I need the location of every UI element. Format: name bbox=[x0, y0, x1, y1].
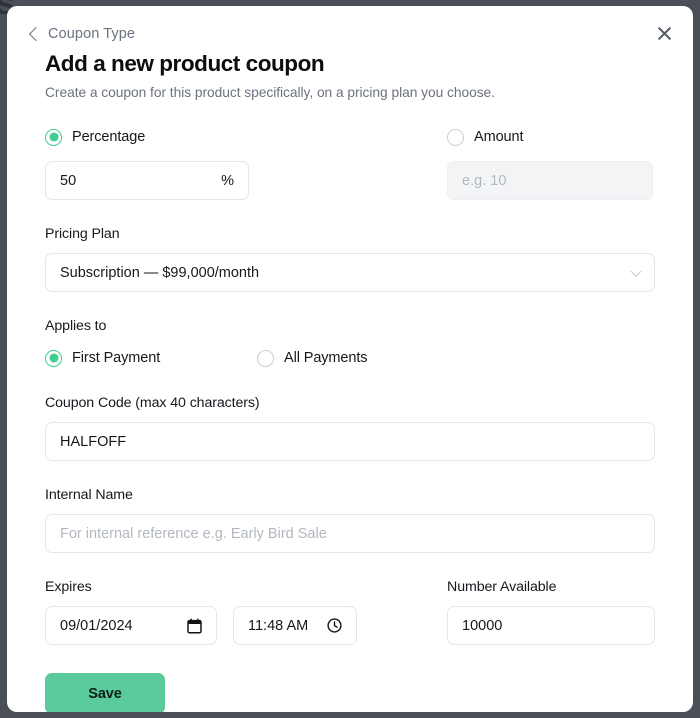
chevron-left-icon bbox=[28, 26, 44, 41]
number-available-value: 10000 bbox=[462, 617, 503, 634]
internal-name-label: Internal Name bbox=[45, 487, 133, 503]
radio-first-payment[interactable]: First Payment bbox=[45, 347, 257, 369]
radio-amount[interactable]: Amount bbox=[447, 126, 655, 148]
page-title: Add a new product coupon bbox=[45, 51, 325, 76]
radio-all-payments[interactable]: All Payments bbox=[257, 347, 368, 369]
percentage-input[interactable]: 50 % bbox=[45, 161, 249, 200]
percentage-input-value: 50 bbox=[60, 172, 77, 189]
expires-time-value: 11:48 AM bbox=[248, 617, 309, 634]
radio-amount-label: Amount bbox=[474, 129, 524, 145]
expires-date-input[interactable]: 09/01/2024 bbox=[45, 606, 217, 645]
number-available-label: Number Available bbox=[447, 579, 557, 595]
close-icon[interactable] bbox=[651, 20, 677, 46]
radio-first-payment-label: First Payment bbox=[72, 350, 161, 366]
expires-block: Expires 09/01/2024 11:48 AM bbox=[45, 579, 447, 645]
applies-to-label: Applies to bbox=[45, 318, 107, 334]
pricing-plan-selected-value: Subscription — $99,000/month bbox=[60, 264, 260, 281]
radio-percentage-indicator bbox=[45, 128, 62, 146]
amount-group: Amount e.g. 10 bbox=[447, 126, 655, 200]
radio-first-payment-indicator bbox=[45, 349, 62, 367]
radio-amount-indicator bbox=[447, 128, 465, 146]
coupon-code-value: HALFOFF bbox=[60, 433, 127, 450]
amount-input[interactable]: e.g. 10 bbox=[447, 161, 654, 200]
coupon-code-block: Coupon Code (max 40 characters) HALFOFF bbox=[45, 395, 655, 461]
page-subtitle: Create a coupon for this product specifi… bbox=[45, 85, 495, 100]
coupon-code-input[interactable]: HALFOFF bbox=[45, 422, 655, 461]
expires-date-value: 09/01/2024 bbox=[60, 617, 133, 634]
pricing-plan-block: Pricing Plan Subscription — $99,000/mont… bbox=[45, 226, 655, 292]
back-link-label: Coupon Type bbox=[48, 26, 136, 42]
internal-name-placeholder: For internal reference e.g. Early Bird S… bbox=[60, 525, 327, 542]
expiry-row: Expires 09/01/2024 11:48 AM Number Avail… bbox=[45, 579, 655, 645]
clock-icon[interactable] bbox=[327, 618, 342, 633]
pricing-plan-select[interactable]: Subscription — $99,000/month bbox=[45, 253, 655, 292]
coupon-form: Percentage 50 % Amount e.g. 10 Pricing P… bbox=[31, 126, 669, 712]
pricing-plan-label: Pricing Plan bbox=[45, 226, 120, 242]
number-available-input[interactable]: 10000 bbox=[447, 606, 655, 645]
radio-percentage-label: Percentage bbox=[72, 129, 146, 145]
coupon-modal: Coupon Type Add a new product coupon Cre… bbox=[7, 6, 693, 712]
radio-all-payments-indicator bbox=[257, 349, 274, 367]
discount-type-row: Percentage 50 % Amount e.g. 10 bbox=[45, 126, 655, 200]
radio-all-payments-label: All Payments bbox=[284, 350, 368, 366]
percent-suffix: % bbox=[221, 172, 234, 189]
radio-percentage[interactable]: Percentage bbox=[45, 126, 447, 148]
internal-name-block: Internal Name For internal reference e.g… bbox=[45, 487, 655, 553]
applies-to-block: Applies to First Payment All Payments bbox=[45, 318, 655, 369]
chevron-down-icon bbox=[630, 265, 642, 277]
save-button[interactable]: Save bbox=[45, 673, 165, 712]
coupon-code-label: Coupon Code (max 40 characters) bbox=[45, 395, 260, 411]
internal-name-input[interactable]: For internal reference e.g. Early Bird S… bbox=[45, 514, 655, 553]
amount-input-placeholder: e.g. 10 bbox=[462, 172, 507, 189]
expires-label: Expires bbox=[45, 579, 92, 595]
percentage-group: Percentage 50 % bbox=[45, 126, 447, 200]
expires-time-input[interactable]: 11:48 AM bbox=[233, 606, 357, 645]
calendar-icon[interactable] bbox=[187, 618, 202, 634]
number-available-block: Number Available 10000 bbox=[447, 579, 655, 645]
back-to-coupon-type-link[interactable]: Coupon Type bbox=[28, 24, 669, 44]
